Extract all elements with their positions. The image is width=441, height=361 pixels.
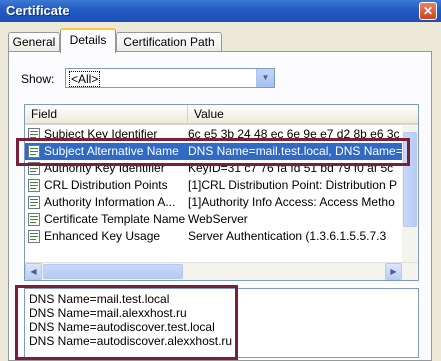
- column-header-field[interactable]: Field: [25, 105, 188, 123]
- list-item[interactable]: Enhanced Key Usage Server Authentication…: [25, 228, 404, 245]
- list-rows: Subject Key Identifier 6c e5 3b 24 48 ec…: [25, 126, 404, 245]
- show-dropdown-value: <All>: [69, 71, 101, 87]
- list-item-selected[interactable]: Subject Alternative Name DNS Name=mail.t…: [25, 143, 404, 160]
- certificate-dialog: Certificate ✕ General Details Certificat…: [0, 0, 441, 361]
- certificate-field-icon: [28, 162, 40, 175]
- list-item[interactable]: Authority Key Identifier KeyID=31 c7 76 …: [25, 160, 404, 177]
- field-value: WebServer: [188, 212, 248, 226]
- field-value: [1]Authority Info Access: Access Metho: [188, 195, 395, 209]
- tab-certification-path[interactable]: Certification Path: [116, 32, 222, 52]
- chevron-down-icon[interactable]: ▼: [256, 69, 274, 87]
- certificate-field-icon: [28, 128, 40, 141]
- list-item[interactable]: Subject Key Identifier 6c e5 3b 24 48 ec…: [25, 126, 404, 143]
- detail-line: DNS Name=autodiscover.test.local: [29, 320, 215, 334]
- field-name: Authority Information A...: [44, 195, 176, 209]
- details-panel: Show: <All> ▼ Field Value Subject Key Id…: [8, 51, 432, 361]
- column-header-value[interactable]: Value: [188, 105, 418, 123]
- field-value: KeyID=31 c7 76 fa fd 51 bd 79 f0 af 5c: [188, 161, 394, 175]
- tab-general[interactable]: General: [8, 32, 60, 52]
- list-item[interactable]: Certificate Template Name WebServer: [25, 211, 404, 228]
- vertical-scrollbar[interactable]: [402, 126, 418, 263]
- list-item[interactable]: Authority Information A... [1]Authority …: [25, 194, 404, 211]
- field-name: Subject Key Identifier: [44, 127, 158, 141]
- certificate-field-icon: [28, 145, 40, 158]
- title-bar[interactable]: Certificate ✕: [0, 0, 441, 22]
- field-name: Authority Key Identifier: [44, 161, 165, 175]
- vertical-scroll-thumb[interactable]: [403, 132, 417, 227]
- field-value: 6c e5 3b 24 48 ec 6e 9e e7 d2 8b e6 3c: [188, 127, 400, 141]
- window-title: Certificate: [6, 3, 70, 18]
- certificate-field-icon: [28, 230, 40, 243]
- tab-details[interactable]: Details: [60, 28, 116, 53]
- detail-line: DNS Name=mail.test.local: [29, 292, 170, 306]
- scroll-left-icon[interactable]: ◀: [25, 263, 42, 280]
- value-detail-box[interactable]: DNS Name=mail.test.local DNS Name=mail.a…: [24, 288, 419, 358]
- certificate-field-icon: [28, 213, 40, 226]
- list-header: Field Value: [25, 105, 418, 125]
- field-list[interactable]: Field Value Subject Key Identifier 6c e5…: [24, 104, 419, 281]
- list-item[interactable]: CRL Distribution Points [1]CRL Distribut…: [25, 177, 404, 194]
- horizontal-scrollbar[interactable]: ◀ ▶: [25, 262, 418, 280]
- show-label: Show:: [21, 72, 55, 86]
- field-name: Enhanced Key Usage: [44, 229, 161, 243]
- field-value: [1]CRL Distribution Point: Distribution …: [188, 178, 397, 192]
- field-name: Subject Alternative Name: [44, 144, 179, 158]
- certificate-field-icon: [28, 196, 40, 209]
- certificate-field-icon: [28, 179, 40, 192]
- field-name: Certificate Template Name: [44, 212, 186, 226]
- field-value: DNS Name=mail.test.local, DNS Name=mail.…: [188, 144, 404, 158]
- horizontal-scroll-thumb[interactable]: [43, 264, 183, 279]
- detail-line: DNS Name=mail.alexxhost.ru: [29, 306, 187, 320]
- show-dropdown[interactable]: <All> ▼: [65, 68, 275, 88]
- scroll-right-icon[interactable]: ▶: [385, 263, 402, 280]
- close-button[interactable]: ✕: [419, 2, 437, 20]
- field-value: Server Authentication (1.3.6.1.5.5.7.3: [188, 229, 387, 243]
- field-name: CRL Distribution Points: [44, 178, 168, 192]
- detail-line: DNS Name=autodiscover.alexxhost.ru: [29, 334, 233, 348]
